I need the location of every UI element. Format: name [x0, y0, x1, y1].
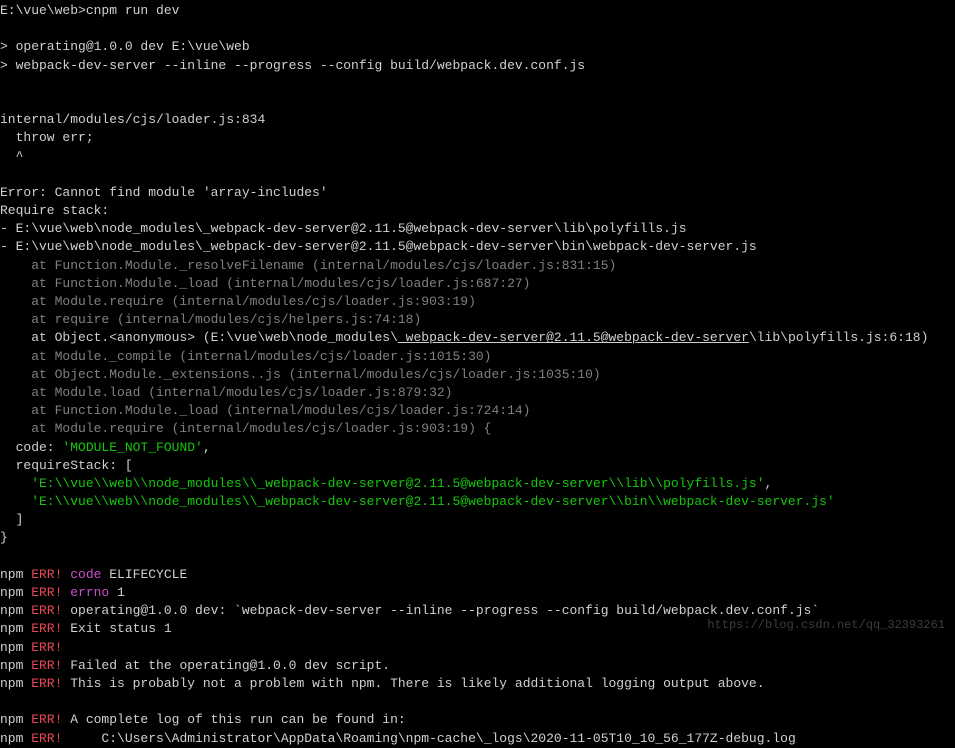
- require-stack-line: Require stack:: [0, 202, 955, 220]
- error-line: Error: Cannot find module 'array-include…: [0, 184, 955, 202]
- npm-err-line: npm ERR! C:\Users\Administrator\AppData\…: [0, 730, 955, 748]
- npm-err-line: npm ERR! Failed at the operating@1.0.0 d…: [0, 657, 955, 675]
- loader-line: ^: [0, 148, 955, 166]
- prompt-line: E:\vue\web>cnpm run dev: [0, 2, 955, 20]
- brace-close: }: [0, 529, 955, 547]
- stack-path: - E:\vue\web\node_modules\_webpack-dev-s…: [0, 238, 955, 256]
- blank: [0, 693, 955, 711]
- script-line: > webpack-dev-server --inline --progress…: [0, 57, 955, 75]
- require-stack-close: ]: [0, 511, 955, 529]
- stack-trace: at Function.Module._load (internal/modul…: [0, 402, 955, 420]
- stack-trace: at Function.Module._resolveFilename (int…: [0, 257, 955, 275]
- npm-err-line: npm ERR! This is probably not a problem …: [0, 675, 955, 693]
- stack-trace: at Module._compile (internal/modules/cjs…: [0, 348, 955, 366]
- require-stack-item: 'E:\\vue\\web\\node_modules\\_webpack-de…: [0, 475, 955, 493]
- stack-trace-highlighted: at Object.<anonymous> (E:\vue\web\node_m…: [0, 329, 955, 347]
- blank: [0, 166, 955, 184]
- stack-trace: at Function.Module._load (internal/modul…: [0, 275, 955, 293]
- require-stack-open: requireStack: [: [0, 457, 955, 475]
- stack-trace: at require (internal/modules/cjs/helpers…: [0, 311, 955, 329]
- require-stack-item: 'E:\\vue\\web\\node_modules\\_webpack-de…: [0, 493, 955, 511]
- stack-trace: at Module.load (internal/modules/cjs/loa…: [0, 384, 955, 402]
- stack-trace: at Module.require (internal/modules/cjs/…: [0, 420, 955, 438]
- stack-trace: at Object.Module._extensions..js (intern…: [0, 366, 955, 384]
- npm-err-line: npm ERR!: [0, 639, 955, 657]
- loader-line: throw err;: [0, 129, 955, 147]
- loader-line: internal/modules/cjs/loader.js:834: [0, 111, 955, 129]
- code-line: code: 'MODULE_NOT_FOUND',: [0, 439, 955, 457]
- blank: [0, 93, 955, 111]
- watermark: https://blog.csdn.net/qq_32393261: [707, 617, 945, 634]
- npm-err-line: npm ERR! errno 1: [0, 584, 955, 602]
- npm-err-line: npm ERR! A complete log of this run can …: [0, 711, 955, 729]
- stack-path: - E:\vue\web\node_modules\_webpack-dev-s…: [0, 220, 955, 238]
- blank: [0, 20, 955, 38]
- terminal-output[interactable]: E:\vue\web>cnpm run dev > operating@1.0.…: [0, 2, 955, 748]
- stack-trace: at Module.require (internal/modules/cjs/…: [0, 293, 955, 311]
- blank: [0, 75, 955, 93]
- blank: [0, 548, 955, 566]
- npm-err-line: npm ERR! code ELIFECYCLE: [0, 566, 955, 584]
- script-line: > operating@1.0.0 dev E:\vue\web: [0, 38, 955, 56]
